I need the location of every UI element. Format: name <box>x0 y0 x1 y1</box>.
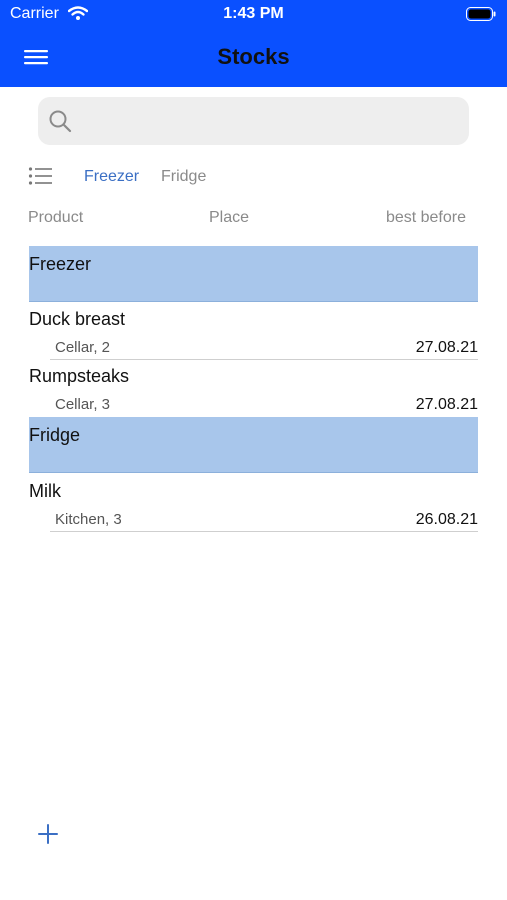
column-best-before: best before <box>385 209 466 226</box>
search-bar[interactable] <box>38 97 469 147</box>
page-title: Stocks <box>217 44 290 69</box>
row-divider <box>50 531 478 532</box>
plus-icon[interactable] <box>36 822 60 846</box>
list-icon[interactable] <box>28 166 54 186</box>
column-place: Place <box>209 209 250 226</box>
section-header-fridge: Fridge <box>29 417 478 473</box>
filter-fridge[interactable]: Fridge <box>161 168 206 186</box>
row-divider <box>50 359 478 360</box>
battery-icon <box>466 7 496 21</box>
list-item[interactable]: Duck breast Cellar, 2 27.08.21 <box>29 307 478 364</box>
list-item[interactable]: Rumpsteaks Cellar, 3 27.08.21 <box>29 364 478 421</box>
item-name: Duck breast <box>29 309 126 329</box>
item-name: Rumpsteaks <box>29 366 130 386</box>
app-header: Carrier 1:43 PM Stocks <box>0 0 507 87</box>
item-place: Kitchen, 3 <box>55 511 122 528</box>
search-input[interactable] <box>82 97 456 147</box>
search-icon <box>49 110 72 133</box>
status-time: 1:43 PM <box>223 5 284 22</box>
item-best-before: 26.08.21 <box>415 511 478 528</box>
section-title: Fridge <box>29 425 81 445</box>
item-best-before: 27.08.21 <box>415 339 478 356</box>
section-title: Freezer <box>29 254 92 274</box>
item-best-before: 27.08.21 <box>415 396 478 413</box>
list-item[interactable]: Milk Kitchen, 3 26.08.21 <box>29 479 478 536</box>
item-name: Milk <box>29 481 61 501</box>
filter-freezer[interactable]: Freezer <box>84 168 139 186</box>
item-place: Cellar, 2 <box>55 339 111 356</box>
column-product: Product <box>28 209 84 226</box>
item-place: Cellar, 3 <box>55 396 111 413</box>
section-header-freezer: Freezer <box>29 246 478 302</box>
